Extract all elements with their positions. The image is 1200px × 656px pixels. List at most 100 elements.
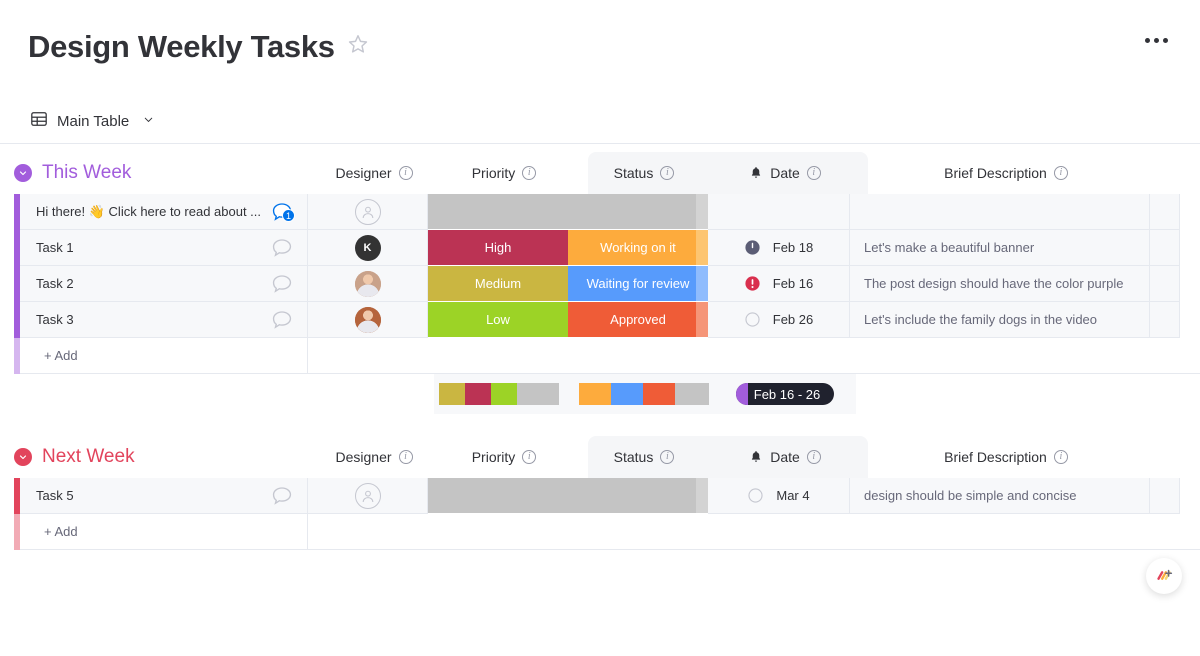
group-collapse-toggle[interactable] (14, 448, 32, 466)
column-header-priority[interactable]: Priority i (434, 436, 574, 478)
cell-date[interactable]: Mar 4 (708, 478, 850, 514)
cell-priority[interactable]: High (428, 230, 568, 266)
table-row[interactable]: Task 2 Medium Waiting for review Feb 16 The … (14, 266, 1200, 302)
chat-icon[interactable] (271, 274, 293, 294)
cell-date[interactable]: Feb 26 (708, 302, 850, 338)
page-header: Design Weekly Tasks (0, 0, 1200, 100)
group-title[interactable]: Next Week (42, 446, 135, 468)
cell-priority[interactable] (428, 194, 568, 230)
cell-status[interactable]: Working on it (568, 230, 708, 266)
cell-extra[interactable] (1150, 194, 1180, 230)
column-header-person[interactable]: Designer i (314, 152, 434, 194)
column-header-date[interactable]: Date i (714, 436, 856, 478)
chat-icon[interactable] (271, 310, 293, 330)
info-icon[interactable]: i (398, 166, 413, 180)
avatar[interactable] (354, 306, 381, 333)
cell-date[interactable]: Feb 18 (708, 230, 850, 266)
info-icon[interactable]: i (806, 166, 821, 180)
table-row[interactable]: Hi there! 👋 Click here to read about ...… (14, 194, 1200, 230)
chat-icon[interactable]: 1 (271, 202, 295, 222)
date-status-alert-icon[interactable] (744, 275, 761, 292)
cell-name[interactable]: Task 2 (20, 266, 308, 302)
add-row-filler (308, 514, 1200, 550)
cell-extra[interactable] (1150, 266, 1180, 302)
cell-extra[interactable] (1150, 230, 1180, 266)
cell-priority[interactable] (428, 478, 568, 514)
cell-person[interactable]: K (308, 230, 428, 266)
avatar[interactable]: K (354, 234, 381, 261)
cell-date[interactable]: Feb 16 (708, 266, 850, 302)
add-row[interactable]: + Add (14, 514, 1200, 550)
add-item-button[interactable]: + Add (20, 514, 308, 550)
cell-description[interactable]: Let's include the family dogs in the vid… (850, 302, 1150, 338)
column-header-label: Status (613, 165, 654, 181)
column-header-date[interactable]: Date i (714, 152, 856, 194)
add-item-button[interactable]: + Add (20, 338, 308, 374)
cell-person[interactable] (308, 478, 428, 514)
row-name: Task 2 (36, 276, 74, 291)
column-header-status[interactable]: Status i (574, 436, 714, 478)
column-header-label: Brief Description (944, 449, 1047, 465)
info-icon[interactable]: i (1053, 450, 1068, 464)
group-title[interactable]: This Week (42, 162, 131, 184)
cell-description[interactable] (850, 194, 1150, 230)
column-header-status[interactable]: Status i (574, 152, 714, 194)
cell-name[interactable]: Task 5 (20, 478, 308, 514)
cell-person[interactable] (308, 266, 428, 302)
cell-description[interactable]: Let's make a beautiful banner (850, 230, 1150, 266)
tab-main-table[interactable]: Main Table (22, 105, 163, 138)
cell-status[interactable]: Approved (568, 302, 708, 338)
table-row[interactable]: Task 3 Low Approved Feb 26 Let's include the… (14, 302, 1200, 338)
column-header-priority[interactable]: Priority i (434, 152, 574, 194)
cell-priority[interactable]: Medium (428, 266, 568, 302)
info-icon[interactable]: i (522, 450, 537, 464)
cell-extra[interactable] (1150, 302, 1180, 338)
status-summary[interactable] (574, 374, 714, 414)
date-status-clock-icon[interactable] (744, 239, 761, 256)
cell-person[interactable] (308, 302, 428, 338)
cell-description[interactable]: The post design should have the color pu… (850, 266, 1150, 302)
cell-date[interactable] (708, 194, 850, 230)
cell-name[interactable]: Task 1 (20, 230, 308, 266)
cell-extra[interactable] (1150, 478, 1180, 514)
column-header-person[interactable]: Designer i (314, 436, 434, 478)
cell-status[interactable] (568, 478, 708, 514)
info-icon[interactable]: i (522, 166, 537, 180)
status-label: Working on it (600, 240, 676, 255)
date-status-empty-icon[interactable] (747, 487, 764, 504)
table-row[interactable]: Task 1 K High Working on it Feb 18 Let's make… (14, 230, 1200, 266)
cell-description[interactable]: design should be simple and concise (850, 478, 1150, 514)
date-summary[interactable]: Feb 16 - 26 (714, 374, 856, 414)
cell-name[interactable]: Hi there! 👋 Click here to read about ...… (20, 194, 308, 230)
info-icon[interactable]: i (660, 166, 675, 180)
column-header-description[interactable]: Brief Description i (856, 436, 1156, 478)
cell-name[interactable]: Task 3 (20, 302, 308, 338)
chat-icon[interactable] (271, 486, 293, 506)
add-row[interactable]: + Add (14, 338, 1200, 374)
cell-person[interactable] (308, 194, 428, 230)
info-icon[interactable]: i (398, 450, 413, 464)
avatar[interactable] (354, 198, 381, 225)
star-icon[interactable] (347, 33, 369, 60)
group-collapse-toggle[interactable] (14, 164, 32, 182)
cell-priority[interactable]: Low (428, 302, 568, 338)
date-status-empty-icon[interactable] (744, 311, 761, 328)
summary-segment (517, 383, 559, 405)
info-icon[interactable]: i (660, 450, 675, 464)
chat-icon[interactable] (271, 238, 293, 258)
info-icon[interactable]: i (1053, 166, 1068, 180)
avatar-photo (354, 306, 381, 333)
avatar[interactable] (354, 270, 381, 297)
chevron-down-icon[interactable] (142, 113, 155, 131)
column-header-description[interactable]: Brief Description i (856, 152, 1156, 194)
cell-status[interactable]: Waiting for review (568, 266, 708, 302)
cell-status[interactable] (568, 194, 708, 230)
kebab-dot (1145, 38, 1150, 43)
priority-summary[interactable] (434, 374, 574, 414)
date-range-pill[interactable]: Feb 16 - 26 (735, 383, 835, 405)
table-row[interactable]: Task 5 Mar 4 design should be simple and c… (14, 478, 1200, 514)
avatar[interactable] (354, 482, 381, 509)
info-icon[interactable]: i (806, 450, 821, 464)
kebab-menu-icon[interactable] (1145, 38, 1168, 43)
add-widget-icon[interactable] (1146, 558, 1182, 594)
